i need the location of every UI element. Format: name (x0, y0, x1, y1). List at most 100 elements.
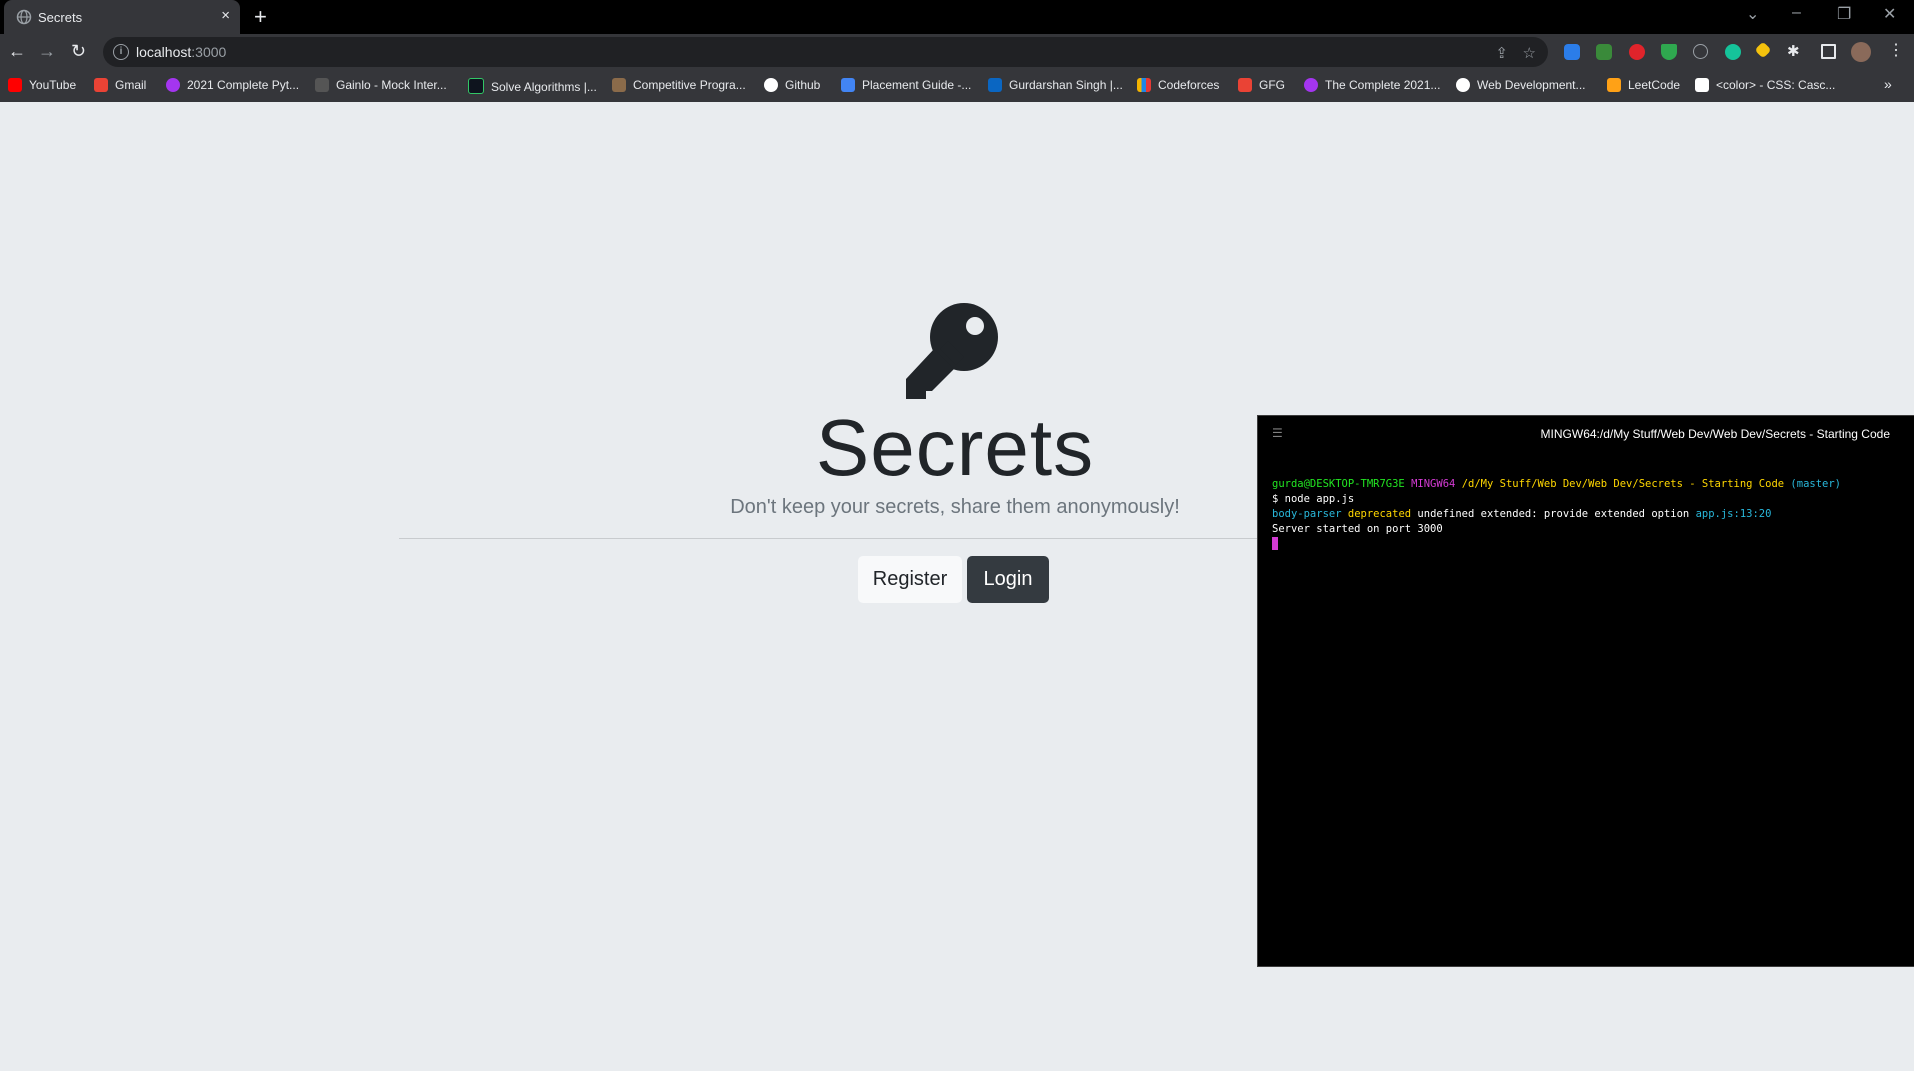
terminal-branch: (master) (1790, 478, 1841, 490)
bookmark-label: LeetCode (1628, 78, 1681, 92)
key-icon (906, 303, 998, 399)
terminal-output[interactable]: gurda@DESKTOP-TMR7G3E MINGW64 /d/My Stuf… (1272, 477, 1841, 553)
bookmark-web-development[interactable]: Web Development... (1456, 78, 1586, 92)
gmail-icon (94, 78, 108, 92)
bookmark-label: Gainlo - Mock Inter... (336, 78, 447, 92)
bookmark-youtube[interactable]: YouTube (8, 78, 76, 92)
url-text: localhost:3000 (136, 44, 226, 60)
back-icon[interactable]: ← (8, 41, 26, 62)
menu-kebab-icon[interactable]: ⋮ (1888, 40, 1904, 60)
side-panel-icon[interactable] (1821, 44, 1836, 59)
terminal-user: gurda@DESKTOP-TMR7G3E (1272, 478, 1405, 490)
register-button[interactable]: Register (858, 556, 962, 603)
terminal-titlebar[interactable]: ☰ MINGW64:/d/My Stuff/Web Dev/Web Dev/Se… (1258, 416, 1914, 450)
extension-icon-1[interactable] (1564, 44, 1580, 60)
extension-icon-2[interactable] (1596, 44, 1612, 60)
terminal-warn-text: undefined extended: provide extended opt… (1417, 508, 1690, 520)
terminal-warn-word: deprecated (1347, 508, 1412, 520)
leetcode-icon (1607, 78, 1621, 92)
extension-icon-3[interactable] (1629, 44, 1645, 60)
bookmark-linkedin[interactable]: Gurdarshan Singh |... (988, 78, 1123, 92)
share-icon[interactable]: ⇪ (1495, 44, 1508, 62)
grammarly-icon[interactable] (1725, 44, 1741, 60)
minimize-icon[interactable]: – (1792, 4, 1801, 22)
youtube-icon (8, 78, 22, 92)
bookmark-gfg[interactable]: GFG (1238, 78, 1285, 92)
bookmark-codechef[interactable]: Competitive Progra... (612, 78, 746, 92)
extensions-puzzle-icon[interactable]: ✱ (1787, 42, 1800, 60)
bookmark-label: YouTube (29, 78, 77, 92)
bookmark-label: Web Development... (1477, 78, 1586, 92)
browser-chrome: Secrets × + ⌄ – ❐ ✕ ← → ↻ i localhost:30… (0, 0, 1914, 102)
new-tab-button[interactable]: + (254, 4, 267, 30)
terminal-env: MINGW64 (1411, 478, 1456, 490)
gainlo-icon (315, 78, 329, 92)
tab-strip: Secrets × + ⌄ – ❐ ✕ (0, 0, 1914, 34)
bookmark-label: The Complete 2021... (1325, 78, 1441, 92)
bookmark-label: Gmail (115, 78, 147, 92)
login-button[interactable]: Login (967, 556, 1049, 603)
bookmark-complete-course[interactable]: The Complete 2021... (1304, 78, 1440, 92)
udemy-icon (166, 78, 180, 92)
bookmark-star-icon[interactable]: ☆ (1523, 44, 1536, 62)
page-title: Secrets (815, 403, 1095, 492)
avatar[interactable] (1851, 42, 1871, 62)
bookmark-label: 2021 Complete Pyt... (187, 78, 300, 92)
bookmark-label: Codeforces (1158, 78, 1220, 92)
bookmark-label: Competitive Progra... (633, 78, 746, 92)
highlighter-icon[interactable] (1754, 41, 1772, 59)
page-tagline: Don't keep your secrets, share them anon… (730, 496, 1180, 518)
bookmark-label: Placement Guide -... (862, 78, 972, 92)
gfg-icon (1238, 78, 1252, 92)
toolbar: ← → ↻ i localhost:3000 ⇪ ☆ ✱ ⋮ (0, 34, 1914, 70)
restore-icon[interactable]: ❐ (1837, 4, 1851, 24)
terminal-warn-location: app.js:13:20 (1695, 508, 1772, 520)
more-bookmarks-icon[interactable]: » (1884, 76, 1892, 92)
bookmark-label: Solve Algorithms |... (491, 80, 597, 94)
codeforces-icon (1137, 78, 1151, 92)
bookmark-gainlo[interactable]: Gainlo - Mock Inter... (315, 78, 447, 92)
bookmark-label: Github (785, 78, 821, 92)
hackerrank-icon (468, 78, 484, 94)
terminal-title: MINGW64:/d/My Stuff/Web Dev/Web Dev/Secr… (1540, 427, 1890, 441)
forward-icon[interactable]: → (38, 41, 56, 62)
react-icon[interactable] (1693, 44, 1708, 59)
bookmark-codeforces[interactable]: Codeforces (1137, 78, 1219, 92)
close-icon[interactable]: × (221, 7, 230, 24)
terminal-cursor (1272, 537, 1278, 550)
terminal-window[interactable]: ☰ MINGW64:/d/My Stuff/Web Dev/Web Dev/Se… (1257, 415, 1914, 967)
mdn-icon (1695, 78, 1709, 92)
bookmark-label: Gurdarshan Singh |... (1009, 78, 1123, 92)
globe-icon (16, 9, 32, 25)
bookmarks-bar: YouTube Gmail 2021 Complete Pyt... Gainl… (0, 70, 1914, 102)
codechef-icon (612, 78, 626, 92)
terminal-command: $ node app.js (1272, 493, 1355, 505)
terminal-path: /d/My Stuff/Web Dev/Web Dev/Secrets - St… (1461, 478, 1785, 490)
reload-icon[interactable]: ↻ (71, 41, 86, 62)
bookmark-gmail[interactable]: Gmail (94, 78, 146, 92)
github-icon (764, 78, 778, 92)
web-dev-icon (1456, 78, 1470, 92)
tab-title: Secrets (38, 10, 83, 25)
udemy-icon (1304, 78, 1318, 92)
tab-secrets[interactable]: Secrets × (4, 0, 240, 34)
tab-search-icon[interactable]: ⌄ (1746, 4, 1759, 24)
bookmark-placement-guide[interactable]: Placement Guide -... (841, 78, 971, 92)
bookmark-mdn-color[interactable]: <color> - CSS: Casc... (1695, 78, 1835, 92)
address-bar[interactable]: i localhost:3000 ⇪ ☆ (103, 37, 1548, 67)
bookmark-python-course[interactable]: 2021 Complete Pyt... (166, 78, 299, 92)
bookmark-label: <color> - CSS: Casc... (1716, 78, 1836, 92)
window-close-icon[interactable]: ✕ (1883, 4, 1896, 24)
bookmark-label: GFG (1259, 78, 1285, 92)
bookmark-github[interactable]: Github (764, 78, 820, 92)
bookmark-leetcode[interactable]: LeetCode (1607, 78, 1680, 92)
terminal-menu-icon[interactable]: ☰ (1272, 426, 1283, 440)
site-info-icon[interactable]: i (113, 44, 129, 60)
bookmark-hackerrank[interactable]: Solve Algorithms |... (468, 78, 597, 94)
docs-icon (841, 78, 855, 92)
terminal-warn-module: body-parser (1272, 508, 1342, 520)
linkedin-icon (988, 78, 1002, 92)
url-host: localhost (136, 44, 192, 60)
terminal-server-message: Server started on port 3000 (1272, 523, 1443, 535)
shield-icon[interactable] (1661, 44, 1677, 60)
